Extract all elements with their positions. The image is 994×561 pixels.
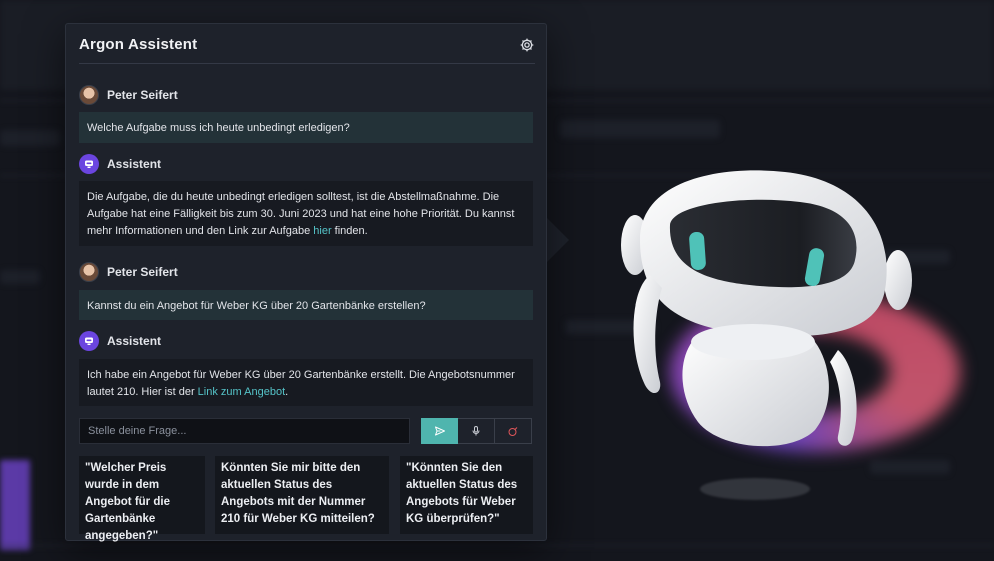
avatar bbox=[79, 85, 99, 105]
sender-name: Assistent bbox=[107, 157, 162, 171]
bot-avatar bbox=[79, 331, 99, 351]
message-header: Assistent bbox=[79, 331, 161, 351]
sender-name: Peter Seifert bbox=[107, 265, 178, 279]
task-link[interactable]: hier bbox=[313, 225, 331, 237]
clear-button[interactable] bbox=[495, 418, 532, 444]
message-text: Ich habe ein Angebot für Weber KG über 2… bbox=[87, 369, 515, 398]
user-message: Welche Aufgabe muss ich heute unbedingt … bbox=[79, 112, 533, 143]
sender-name: Peter Seifert bbox=[107, 88, 178, 102]
panel-header: Argon Assistent bbox=[79, 36, 535, 64]
panel-title: Argon Assistent bbox=[79, 36, 198, 53]
message-header: Peter Seifert bbox=[79, 262, 178, 282]
message-header: Peter Seifert bbox=[79, 85, 178, 105]
sender-name: Assistent bbox=[107, 334, 162, 348]
panel-pointer bbox=[547, 218, 569, 262]
send-icon bbox=[434, 426, 445, 436]
message-text: . bbox=[285, 386, 289, 398]
avatar bbox=[79, 262, 99, 282]
bot-avatar bbox=[79, 154, 99, 174]
robot-shadow bbox=[700, 478, 810, 500]
suggestion-card[interactable]: "Könnten Sie den aktuellen Status des An… bbox=[400, 456, 533, 534]
microphone-icon bbox=[472, 426, 480, 436]
clear-icon bbox=[508, 427, 518, 436]
send-button[interactable] bbox=[421, 418, 458, 444]
offer-link[interactable]: Link zum Angebot bbox=[198, 386, 285, 398]
suggestion-card[interactable]: Könnten Sie mir bitte den aktuellen Stat… bbox=[215, 456, 389, 534]
gear-icon[interactable] bbox=[519, 37, 535, 53]
robot-illustration bbox=[621, 170, 912, 447]
message-header: Assistent bbox=[79, 154, 161, 174]
suggestion-list: "Welcher Preis wurde in dem Angebot für … bbox=[79, 456, 533, 542]
assistant-panel: Argon Assistent Peter Seifert Welche Auf… bbox=[65, 23, 547, 542]
user-message: Kannst du ein Angebot für Weber KG über … bbox=[79, 290, 533, 320]
message-text: Die Aufgabe, die du heute unbedingt erle… bbox=[87, 191, 515, 237]
assistant-message: Die Aufgabe, die du heute unbedingt erle… bbox=[79, 181, 533, 246]
assistant-message: Ich habe ein Angebot für Weber KG über 2… bbox=[79, 359, 533, 406]
robot-icon bbox=[85, 160, 93, 168]
microphone-button[interactable] bbox=[458, 418, 495, 444]
robot-icon bbox=[85, 337, 93, 345]
input-row bbox=[79, 418, 533, 444]
question-input[interactable] bbox=[79, 418, 410, 444]
message-text: finden. bbox=[331, 225, 368, 237]
suggestion-card[interactable]: "Welcher Preis wurde in dem Angebot für … bbox=[79, 456, 205, 542]
